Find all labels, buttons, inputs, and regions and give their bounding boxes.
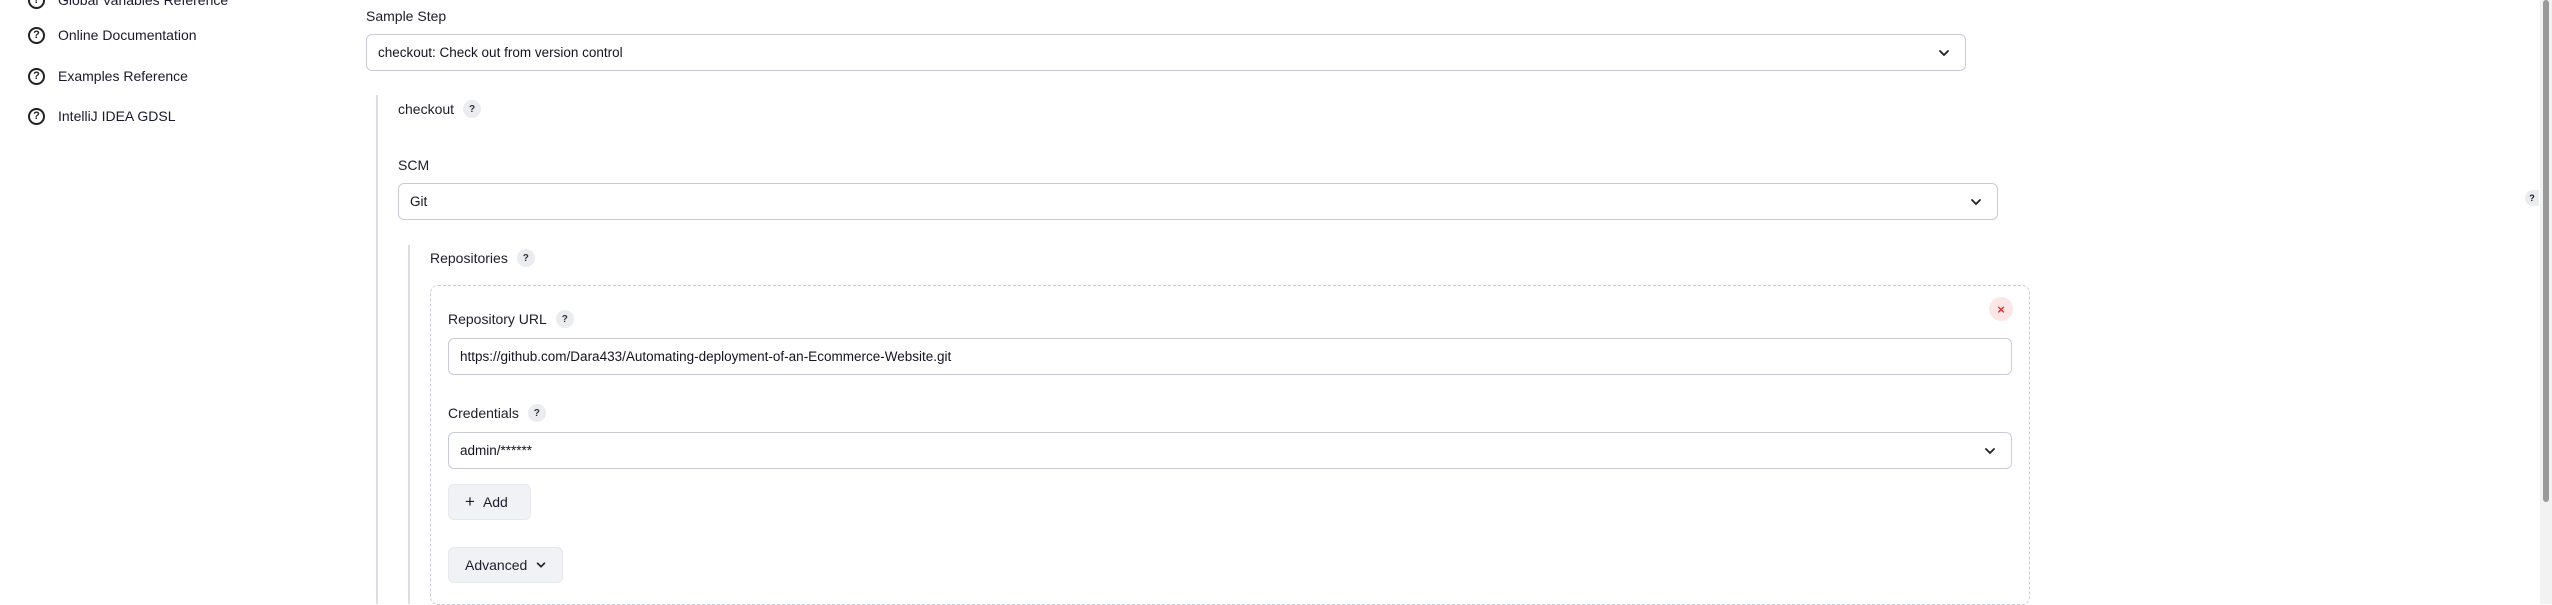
help-panel-toggle-icon[interactable]: ?: [2525, 190, 2539, 206]
sidebar: ? Global Variables Reference ? Online Do…: [0, 0, 340, 604]
add-label: Add: [482, 494, 508, 510]
checkout-label-text: checkout: [398, 101, 455, 117]
plus-icon: +: [465, 492, 475, 511]
checkout-label: checkout ?: [398, 99, 482, 119]
sidebar-item-global-variables[interactable]: ? Global Variables Reference: [28, 0, 228, 13]
sidebar-item-label: Online Documentation: [58, 27, 197, 43]
checkout-help-icon[interactable]: ?: [463, 100, 482, 118]
advanced-button[interactable]: Advanced: [448, 547, 563, 583]
sidebar-item-label: Examples Reference: [58, 68, 188, 84]
chevron-down-icon: [1939, 50, 1949, 57]
sidebar-item-label: IntelliJ IDEA GDSL: [58, 108, 176, 124]
chevron-down-icon: [536, 562, 546, 568]
credentials-label: Credentials ?: [448, 403, 546, 423]
repositories-help-icon[interactable]: ?: [516, 249, 535, 267]
credentials-select[interactable]: admin/******: [448, 432, 2012, 469]
credentials-help-icon[interactable]: ?: [527, 404, 546, 422]
help-circle-icon: ?: [28, 0, 45, 9]
sample-step-select[interactable]: checkout: Check out from version control: [366, 34, 1966, 71]
repository-url-label: Repository URL ?: [448, 309, 574, 329]
repository-url-value: https://github.com/Dara433/Automating-de…: [460, 349, 952, 364]
add-credentials-button[interactable]: + Add: [448, 484, 531, 520]
help-circle-icon: ?: [28, 67, 45, 85]
scm-select[interactable]: Git: [398, 183, 1998, 220]
chevron-down-icon: [1971, 199, 1981, 206]
sidebar-item-examples-reference[interactable]: ? Examples Reference: [28, 63, 188, 89]
credentials-value: admin/******: [460, 443, 533, 458]
repository-url-help-icon[interactable]: ?: [555, 310, 574, 328]
delete-repository-button[interactable]: ×: [1989, 297, 2013, 321]
chevron-down-icon: [1985, 448, 1995, 455]
sidebar-item-intellij-gdsl[interactable]: ? IntelliJ IDEA GDSL: [28, 103, 176, 129]
sidebar-item-online-documentation[interactable]: ? Online Documentation: [28, 22, 197, 48]
advanced-label: Advanced: [465, 557, 528, 573]
help-circle-icon: ?: [28, 107, 45, 125]
nesting-guide-line: [376, 95, 378, 604]
repository-url-input[interactable]: https://github.com/Dara433/Automating-de…: [448, 338, 2012, 375]
repositories-label: Repositories ?: [430, 248, 535, 268]
sample-step-label: Sample Step: [366, 8, 447, 24]
nesting-guide-line: [408, 245, 410, 604]
repository-url-label-text: Repository URL: [448, 311, 547, 327]
scrollbar-thumb[interactable]: [2543, 0, 2549, 502]
sidebar-item-label: Global Variables Reference: [58, 0, 229, 8]
repositories-label-text: Repositories: [430, 250, 508, 266]
scm-label: SCM: [398, 157, 430, 173]
scm-value: Git: [410, 194, 428, 209]
sample-step-value: checkout: Check out from version control: [378, 45, 623, 60]
credentials-label-text: Credentials: [448, 405, 519, 421]
help-circle-icon: ?: [28, 26, 45, 44]
